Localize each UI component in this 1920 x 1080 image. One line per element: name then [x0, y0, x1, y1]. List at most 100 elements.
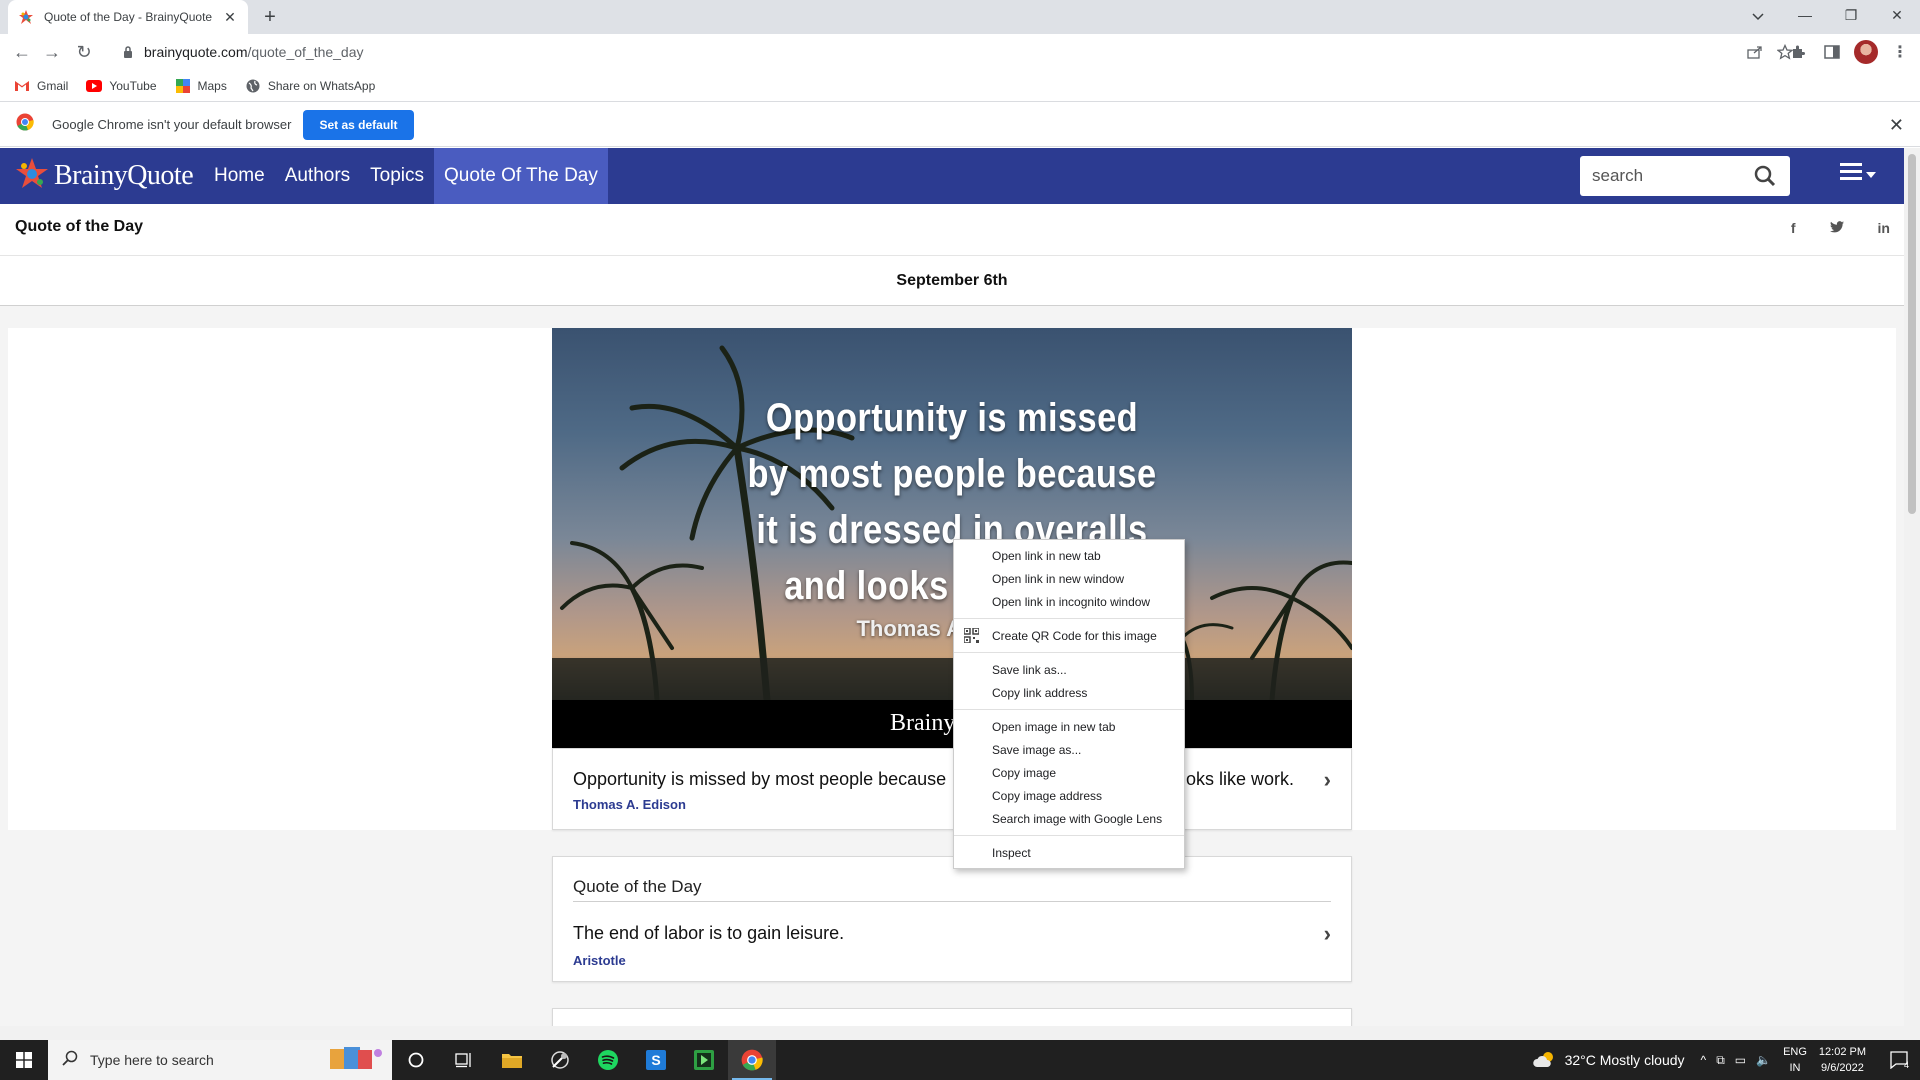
tab-strip: Quote of the Day - BrainyQuote ✕ + — ❐ ✕ — [0, 0, 1920, 34]
logo-text: BrainyQuote — [54, 160, 194, 191]
menu-separator — [954, 652, 1184, 653]
bookmark-maps[interactable]: Maps — [175, 78, 227, 94]
featured-quote-text-start[interactable]: Opportunity is missed by most people bec… — [573, 769, 946, 790]
featured-author-link[interactable]: Thomas A. Edison — [573, 797, 686, 812]
menu-copy-image-address[interactable]: Copy image address — [954, 784, 1184, 807]
restore-icon[interactable]: ❐ — [1828, 0, 1874, 30]
cortana-circle-icon[interactable] — [392, 1040, 440, 1080]
taskbar-clock[interactable]: 12:02 PM 9/6/2022 — [1819, 1044, 1866, 1076]
bookmark-gmail[interactable]: Gmail — [14, 78, 68, 94]
menu-open-link-new-window[interactable]: Open link in new window — [954, 567, 1184, 590]
profile-avatar[interactable] — [1854, 40, 1878, 64]
media-player-icon[interactable] — [680, 1040, 728, 1080]
bookmark-label: Maps — [197, 78, 227, 93]
qotd-author-link[interactable]: Aristotle — [573, 953, 626, 968]
tab-search-chevron-icon[interactable] — [1744, 4, 1772, 30]
caret-down-icon — [1866, 165, 1876, 183]
search-icon[interactable] — [1754, 165, 1776, 192]
menu-create-qr-code[interactable]: Create QR Code for this image — [954, 624, 1184, 647]
vertical-scrollbar-thumb[interactable] — [1908, 154, 1916, 514]
nav-quote-of-the-day[interactable]: Quote Of The Day — [434, 148, 608, 204]
bookmark-whatsapp[interactable]: Share on WhatsApp — [245, 78, 375, 94]
menu-copy-link-address[interactable]: Copy link address — [954, 681, 1184, 704]
menu-open-link-incognito[interactable]: Open link in incognito window — [954, 590, 1184, 613]
date-bar: September 6th — [0, 256, 1904, 306]
infobar-close-icon[interactable]: ✕ — [1889, 115, 1904, 136]
bookmark-youtube[interactable]: YouTube — [86, 78, 157, 94]
image-quote-line: and looks like work. — [784, 564, 1120, 608]
quote-of-the-day-card: Quote of the Day The end of labor is to … — [552, 856, 1352, 982]
menu-search-google-lens[interactable]: Search image with Google Lens — [954, 807, 1184, 830]
bookmark-label: Gmail — [37, 78, 69, 93]
forward-arrow-icon[interactable]: → — [40, 40, 64, 64]
featured-quote-card[interactable]: Opportunity is missed by most people bec… — [552, 748, 1352, 830]
notification-center-icon[interactable]: 4 — [1880, 1051, 1920, 1069]
set-as-default-button[interactable]: Set as default — [303, 109, 414, 140]
menu-label: Create QR Code for this image — [992, 628, 1157, 643]
menu-open-link-new-tab[interactable]: Open link in new tab — [954, 544, 1184, 567]
new-tab-button[interactable]: + — [258, 5, 282, 29]
facebook-icon[interactable]: f — [1791, 220, 1796, 236]
url-path: /quote_of_the_day — [247, 44, 364, 60]
linkedin-icon[interactable]: in — [1878, 220, 1890, 236]
file-explorer-icon[interactable] — [488, 1040, 536, 1080]
share-icon[interactable] — [1740, 45, 1770, 59]
taskbar-search-box[interactable]: Type here to search — [48, 1040, 392, 1080]
chrome-taskbar-icon[interactable] — [728, 1040, 776, 1080]
chevron-right-icon[interactable]: › — [1324, 767, 1331, 793]
twitter-icon[interactable] — [1829, 220, 1844, 236]
menu-separator — [954, 618, 1184, 619]
minimize-icon[interactable]: — — [1782, 0, 1828, 30]
nav-authors[interactable]: Authors — [275, 148, 360, 204]
quote-image[interactable]: Opportunity is missed by most people bec… — [552, 328, 1352, 748]
gmail-icon — [14, 78, 30, 94]
vertical-scrollbar[interactable] — [1904, 148, 1920, 1026]
bookmark-label: Share on WhatsApp — [267, 78, 376, 93]
meet-now-icon[interactable]: ⧉ — [1716, 1053, 1725, 1068]
address-bar[interactable]: brainyquote.com/quote_of_the_day — [110, 38, 1800, 66]
menu-open-image-new-tab[interactable]: Open image in new tab — [954, 715, 1184, 738]
app-s-icon[interactable]: S — [632, 1040, 680, 1080]
network-icon[interactable]: ▭ — [1735, 1053, 1746, 1068]
lock-icon[interactable] — [120, 44, 136, 60]
system-tray: 32°C Mostly cloudy ^ ⧉ ▭ 🔈 ENG IN 12:02 … — [1532, 1040, 1920, 1080]
brainyquote-logo[interactable]: BrainyQuote — [14, 156, 194, 196]
chevron-up-icon[interactable]: ^ — [1701, 1053, 1707, 1068]
language-indicator[interactable]: ENG IN — [1783, 1044, 1807, 1076]
menu-save-link-as[interactable]: Save link as... — [954, 658, 1184, 681]
clock-date: 9/6/2022 — [1821, 1062, 1864, 1074]
featured-quote-text-end[interactable]: oks like work. — [1186, 769, 1294, 790]
cloud-sun-icon — [1532, 1050, 1557, 1071]
spotify-icon[interactable] — [584, 1040, 632, 1080]
scrollbar-corner — [1904, 1026, 1920, 1040]
horizontal-scrollbar[interactable] — [0, 1026, 1904, 1040]
page-subheader: Quote of the Day f in — [0, 204, 1904, 256]
windows-start-icon[interactable] — [0, 1040, 48, 1080]
menu-save-image-as[interactable]: Save image as... — [954, 738, 1184, 761]
tab-close-icon[interactable]: ✕ — [222, 9, 238, 26]
site-search-input[interactable] — [1580, 166, 1740, 186]
weather-widget[interactable]: 32°C Mostly cloudy — [1532, 1050, 1685, 1071]
side-panel-icon[interactable] — [1820, 40, 1844, 64]
extensions-puzzle-icon[interactable] — [1786, 40, 1810, 64]
tray-icons: ^ ⧉ ▭ 🔈 — [1701, 1053, 1772, 1068]
task-view-icon[interactable] — [440, 1040, 488, 1080]
browser-tab[interactable]: Quote of the Day - BrainyQuote ✕ — [8, 0, 248, 34]
back-arrow-icon[interactable]: ← — [10, 40, 34, 64]
menu-inspect[interactable]: Inspect — [954, 841, 1184, 864]
chevron-right-icon[interactable]: › — [1324, 921, 1331, 947]
nav-topics[interactable]: Topics — [360, 148, 434, 204]
globe-icon — [245, 78, 261, 94]
menu-copy-image[interactable]: Copy image — [954, 761, 1184, 784]
page-viewport: BrainyQuote Home Authors Topics Quote Of… — [0, 148, 1904, 1026]
close-window-icon[interactable]: ✕ — [1874, 0, 1920, 30]
site-menu-button[interactable] — [1840, 162, 1876, 185]
nav-home[interactable]: Home — [204, 148, 275, 204]
volume-icon[interactable]: 🔈 — [1756, 1053, 1771, 1068]
reload-icon[interactable]: ↻ — [72, 40, 96, 64]
chrome-menu-kebab-icon[interactable]: ⋮ — [1888, 40, 1912, 64]
app-tool-icon[interactable] — [536, 1040, 584, 1080]
chrome-logo-icon — [16, 113, 34, 136]
qotd-quote-text[interactable]: The end of labor is to gain leisure. — [573, 923, 844, 944]
page-title: Quote of the Day — [15, 218, 144, 235]
